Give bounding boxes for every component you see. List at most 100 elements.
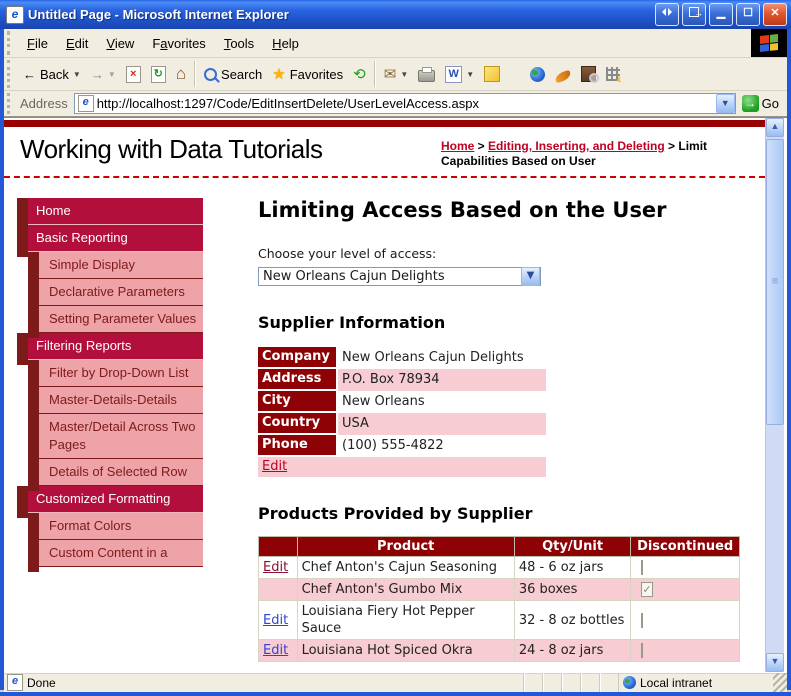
discontinued-checkbox[interactable] <box>641 612 644 628</box>
home-icon: ⌂ <box>175 64 187 83</box>
sidebar-item-setting-parameter-values[interactable]: Setting Parameter Values <box>17 306 203 338</box>
forward-button[interactable]: → ▼ <box>86 65 121 84</box>
history-button[interactable]: ⟲ <box>348 63 371 85</box>
sidebar-item-label[interactable]: Setting Parameter Values <box>39 306 203 333</box>
sidebar-item-filter-by-dropdown[interactable]: Filter by Drop-Down List <box>17 360 203 392</box>
menu-view[interactable]: View <box>97 32 143 55</box>
sidebar-item-label[interactable]: Basic Reporting <box>28 225 203 252</box>
minimize-button[interactable]: ▁ <box>709 3 733 26</box>
print-button[interactable] <box>413 64 440 84</box>
address-url[interactable]: http://localhost:1297/Code/EditInsertDel… <box>97 96 716 111</box>
sidebar-nav: Home Basic Reporting Simple Display Decl… <box>17 198 203 662</box>
globe-search-button[interactable] <box>525 65 550 84</box>
menu-drag-handle[interactable] <box>7 31 15 55</box>
address-drag-handle[interactable] <box>7 93 15 114</box>
menu-favorites[interactable]: Favorites <box>143 32 214 55</box>
sidebar-item-label[interactable]: Customized Formatting <box>28 486 203 513</box>
sidebar-item-format-colors[interactable]: Format Colors <box>17 513 203 545</box>
status-pane <box>542 673 561 692</box>
sidebar-item-custom-content[interactable]: Custom Content in a <box>17 540 203 572</box>
breadcrumb-home-link[interactable]: Home <box>441 139 474 153</box>
discontinued-checkbox[interactable] <box>641 643 644 658</box>
word-dropdown-icon[interactable]: ▼ <box>466 70 474 79</box>
discontinued-column-header: Discontinued <box>630 536 740 557</box>
favorites-button[interactable]: ★ Favorites <box>267 63 348 85</box>
sidebar-item-details-selected-row[interactable]: Details of Selected Row <box>17 459 203 491</box>
status-text: Done <box>27 675 56 690</box>
scroll-down-icon[interactable]: ▼ <box>766 653 784 672</box>
row-edit-link[interactable]: Edit <box>263 613 288 628</box>
supplier-table: Company New Orleans Cajun Delights Addre… <box>258 347 546 477</box>
product-qty: 48 - 6 oz jars <box>513 556 632 579</box>
sidebar-item-basic-reporting[interactable]: Basic Reporting <box>17 225 203 257</box>
row-edit-link[interactable]: Edit <box>263 560 288 575</box>
edit-with-word-button[interactable]: W ▼ <box>440 64 479 85</box>
breadcrumb-section-link[interactable]: Editing, Inserting, and Deleting <box>488 139 665 153</box>
address-input[interactable]: e http://localhost:1297/Code/EditInsertD… <box>73 93 736 114</box>
sidebar-item-filtering-reports[interactable]: Filtering Reports <box>17 333 203 365</box>
toolbar-drag-handle[interactable] <box>7 60 15 88</box>
maximize-button[interactable]: ☐ <box>736 3 760 26</box>
menu-tools[interactable]: Tools <box>215 32 263 55</box>
sidebar-item-label[interactable]: Home <box>28 198 203 225</box>
sidebar-item-customized-formatting[interactable]: Customized Formatting <box>17 486 203 518</box>
scroll-up-icon[interactable]: ▲ <box>766 118 784 137</box>
close-button[interactable]: ✕ <box>763 3 787 26</box>
window-popout-button[interactable] <box>682 3 706 26</box>
back-button[interactable]: ← Back ▼ <box>18 65 86 84</box>
scrollbar-track[interactable] <box>766 425 784 653</box>
note-button[interactable] <box>479 64 505 84</box>
sidebar-item-label[interactable]: Details of Selected Row <box>39 459 203 486</box>
mail-dropdown-icon[interactable]: ▼ <box>400 70 408 79</box>
sidebar-item-master-details-details[interactable]: Master-Details-Details <box>17 387 203 419</box>
sidebar-item-label[interactable]: Filter by Drop-Down List <box>39 360 203 387</box>
sidebar-item-label[interactable]: Simple Display <box>39 252 203 279</box>
supplier-field-value: New Orleans Cajun Delights <box>342 350 524 365</box>
home-button[interactable]: ⌂ <box>171 62 191 86</box>
discontinued-checkbox[interactable]: ✓ <box>641 582 653 597</box>
back-dropdown-icon[interactable]: ▼ <box>73 70 81 79</box>
sidebar-item-label[interactable]: Filtering Reports <box>28 333 203 360</box>
products-table: Product Qty/Unit Discontinued Edit Chef … <box>258 536 740 662</box>
window-nav-button[interactable] <box>655 3 679 26</box>
sidebar-item-home[interactable]: Home <box>17 198 203 230</box>
access-level-dropdown[interactable]: New Orleans Cajun Delights ▼ <box>258 267 541 286</box>
vertical-scrollbar[interactable]: ▲ ▼ <box>765 118 784 672</box>
messenger-button[interactable] <box>601 65 625 83</box>
sidebar-item-declarative-parameters[interactable]: Declarative Parameters <box>17 279 203 311</box>
address-dropdown-icon[interactable]: ▼ <box>715 94 735 113</box>
chevron-down-icon[interactable]: ▼ <box>521 267 540 286</box>
sidebar-item-label[interactable]: Declarative Parameters <box>39 279 203 306</box>
page-title: Limiting Access Based on the User <box>258 198 667 222</box>
sidebar-item-label[interactable]: Master-Details-Details <box>39 387 203 414</box>
product-column-header: Product <box>296 536 515 557</box>
row-edit-link[interactable]: Edit <box>263 643 288 658</box>
nav-tab <box>28 306 39 338</box>
discontinued-checkbox[interactable] <box>641 560 644 575</box>
sidebar-item-master-detail-two-pages[interactable]: Master/Detail Across Two Pages <box>17 414 203 464</box>
menu-help[interactable]: Help <box>263 32 308 55</box>
stop-button[interactable]: × <box>121 64 146 85</box>
toolbar-separator <box>194 61 197 87</box>
favorites-icon: ★ <box>272 66 286 83</box>
research-button[interactable] <box>576 64 601 84</box>
menu-file[interactable]: File <box>18 32 57 55</box>
mail-button[interactable]: ✉ ▼ <box>379 63 414 85</box>
sidebar-item-label[interactable]: Custom Content in a <box>39 540 203 567</box>
page-content: Working with Data Tutorials Home > Editi… <box>4 118 765 672</box>
forward-dropdown-icon: ▼ <box>107 69 116 79</box>
sidebar-item-simple-display[interactable]: Simple Display <box>17 252 203 284</box>
back-icon: ← <box>23 66 36 82</box>
swoosh-button[interactable] <box>550 66 576 83</box>
menu-edit[interactable]: Edit <box>57 32 97 55</box>
go-button[interactable]: → Go <box>736 95 785 112</box>
product-name: Louisiana Fiery Hot Pepper Sauce <box>296 600 515 640</box>
refresh-button[interactable]: ↻ <box>146 64 171 85</box>
resize-grip[interactable] <box>773 673 787 692</box>
search-button[interactable]: Search <box>199 65 267 84</box>
sidebar-item-label[interactable]: Format Colors <box>39 513 203 540</box>
sidebar-item-label[interactable]: Master/Detail Across Two Pages <box>39 414 203 459</box>
print-icon <box>418 67 436 82</box>
supplier-edit-link[interactable]: Edit <box>262 459 287 474</box>
scrollbar-thumb[interactable] <box>766 139 784 425</box>
